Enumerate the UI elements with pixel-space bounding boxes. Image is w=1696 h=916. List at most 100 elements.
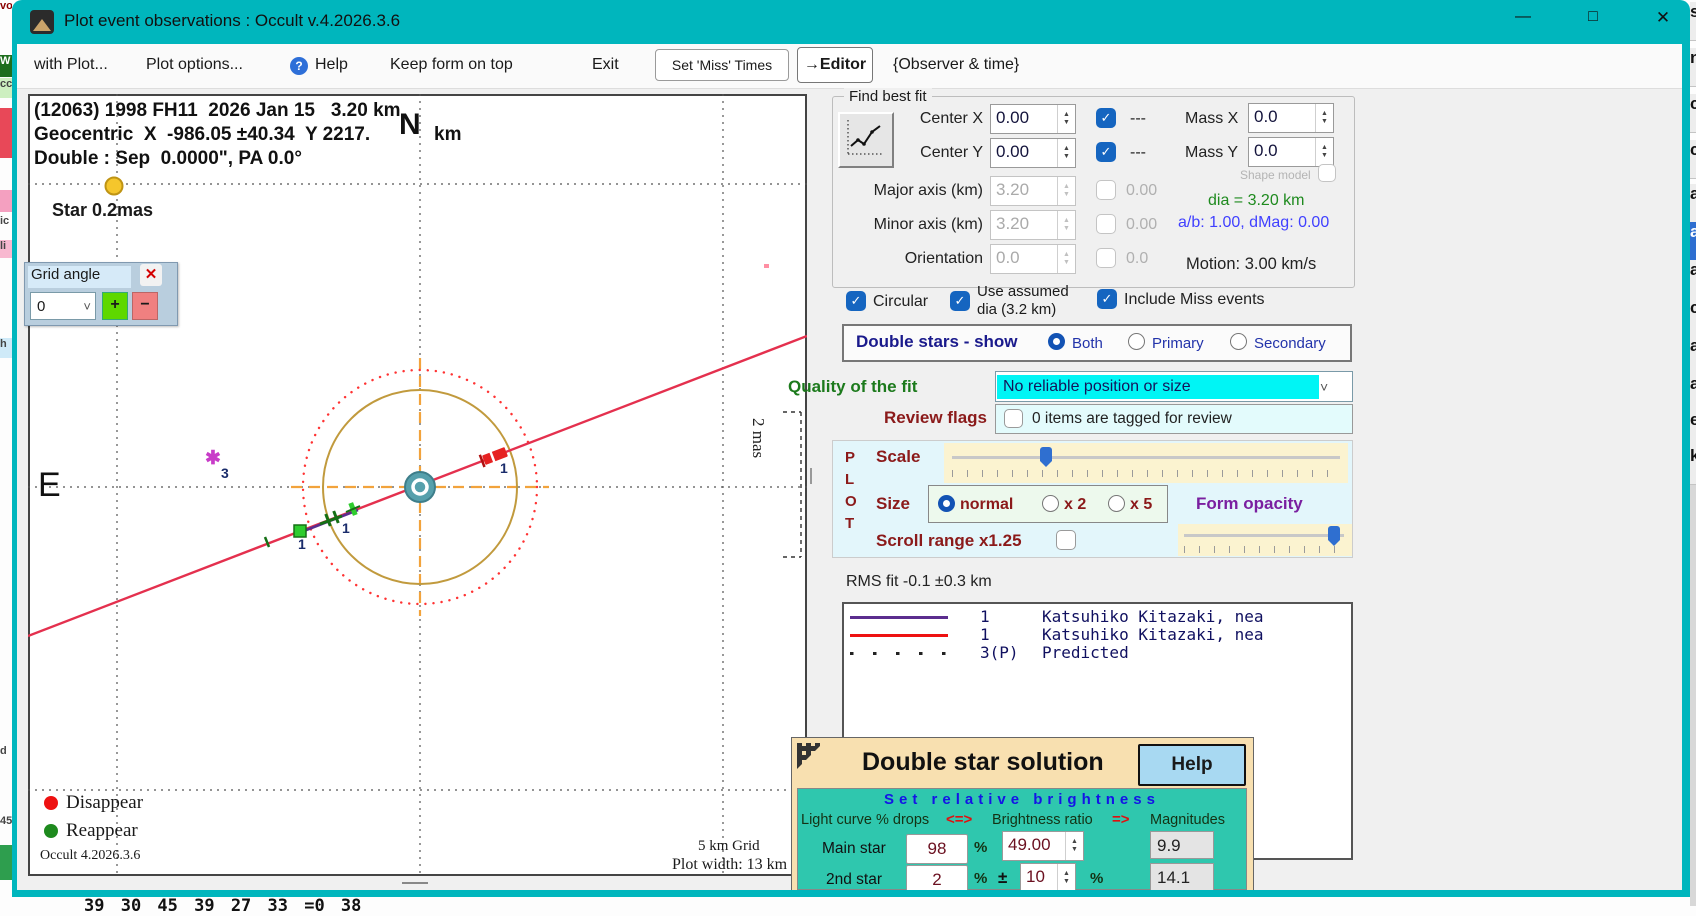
background-window-fragment: h — [0, 338, 12, 358]
minor-axis-spinner[interactable]: ▲▼ — [1057, 211, 1075, 239]
scale-slider-ticks — [952, 470, 1340, 477]
observer3-asterisk-icon[interactable]: ✱ — [205, 447, 221, 470]
menu-help[interactable]: Help — [315, 56, 348, 74]
arrow-right-icon: => — [1112, 811, 1130, 828]
double-stars-primary-label: Primary — [1152, 335, 1204, 352]
grid-angle-close-button[interactable]: ✕ — [140, 264, 162, 286]
major-axis-checkbox[interactable] — [1096, 180, 1116, 200]
resize-grip[interactable] — [402, 882, 428, 884]
double-stars-secondary-radio[interactable] — [1230, 333, 1247, 350]
center-y-input[interactable]: 0.00 ▲▼ — [990, 138, 1076, 168]
double-stars-both-radio[interactable] — [1048, 333, 1065, 350]
editor-button[interactable]: →Editor — [797, 47, 873, 83]
east-label: E — [38, 466, 61, 505]
reappear-legend-icon — [44, 824, 58, 838]
mass-y-input[interactable]: 0.0 ▲▼ — [1248, 137, 1334, 167]
second-pct-label: % — [974, 870, 987, 887]
size-x2-radio[interactable] — [1042, 495, 1059, 512]
center-x-input[interactable]: 0.00 ▲▼ — [990, 104, 1076, 134]
orientation-spinner[interactable]: ▲▼ — [1057, 245, 1075, 273]
quality-select[interactable]: No reliable position or size ˅ — [995, 371, 1353, 402]
scale-bracket — [783, 412, 801, 557]
splitter-handle[interactable] — [810, 468, 812, 484]
circular-checkbox[interactable]: ✓ — [846, 291, 866, 311]
minor-axis-checkbox[interactable] — [1096, 214, 1116, 234]
mass-y-spinner[interactable]: ▲▼ — [1315, 138, 1333, 166]
scale-slider-zone — [944, 443, 1348, 483]
brightness-ratio-input[interactable]: 49.00 ▲▼ — [1002, 831, 1084, 861]
size-normal-radio[interactable] — [938, 495, 955, 512]
grid-angle-select[interactable]: 0 ˅ — [30, 292, 96, 320]
quality-label: Quality of the fit — [788, 377, 917, 397]
minimize-button[interactable]: — — [1508, 8, 1538, 36]
form-opacity-label: Form opacity — [1196, 494, 1303, 514]
check-icon: ✓ — [1102, 291, 1113, 307]
menu-plot-options[interactable]: Plot options... — [146, 56, 243, 74]
major-axis-spinner[interactable]: ▲▼ — [1057, 177, 1075, 205]
observation-name: Katsuhiko Kitazaki, nea — [1042, 625, 1264, 644]
window-border-right — [1682, 40, 1690, 897]
center-y-label: Center Y — [895, 144, 983, 162]
chord-label: 1 — [500, 460, 508, 476]
orientation-checkbox[interactable] — [1096, 248, 1116, 268]
background-window-fragment: ic — [0, 215, 12, 233]
review-flags-checkbox[interactable] — [1004, 409, 1023, 428]
minor-axis-error: 0.00 — [1126, 216, 1157, 234]
mass-x-spinner[interactable]: ▲▼ — [1315, 104, 1333, 132]
find-best-fit-label: Find best fit — [844, 88, 932, 105]
magnitudes-column-label: Magnitudes — [1150, 812, 1225, 828]
scale-slider-track[interactable] — [952, 456, 1340, 459]
tolerance-spinner[interactable]: ▲▼ — [1057, 864, 1075, 892]
background-window-fragment: d — [0, 745, 12, 763]
chevron-down-icon: ˅ — [83, 299, 95, 314]
size-x5-radio[interactable] — [1108, 495, 1125, 512]
main-drop-input[interactable]: 98 — [906, 834, 968, 864]
center-x-spinner[interactable]: ▲▼ — [1057, 105, 1075, 133]
background-list-fragment: ka — [1690, 446, 1696, 485]
orientation-label: Orientation — [860, 250, 983, 268]
major-axis-input[interactable]: 3.20 ▲▼ — [990, 176, 1076, 206]
arrow-left-right-icon: <=> — [946, 811, 972, 828]
opacity-slider-track[interactable] — [1184, 534, 1344, 537]
center-marker[interactable] — [405, 472, 435, 502]
background-list-fragment: n — [1690, 48, 1696, 87]
fit-x-checkbox[interactable]: ✓ — [1096, 108, 1116, 128]
second-star-label: 2nd star — [826, 871, 882, 889]
center-y-spinner[interactable]: ▲▼ — [1057, 139, 1075, 167]
observation-num: 3(P) — [980, 643, 1019, 662]
use-assumed-checkbox[interactable]: ✓ — [950, 291, 970, 311]
background-window-fragment: W — [0, 55, 12, 77]
scroll-range-checkbox[interactable] — [1056, 530, 1076, 550]
plot-fit-button[interactable] — [838, 112, 894, 168]
shape-model-checkbox[interactable] — [1318, 164, 1336, 182]
grid-angle-minus-button[interactable]: − — [132, 292, 158, 320]
minor-axis-input[interactable]: 3.20 ▲▼ — [990, 210, 1076, 240]
double-stars-primary-radio[interactable] — [1128, 333, 1145, 350]
set-miss-times-button[interactable]: Set 'Miss' Times — [655, 49, 789, 81]
ratio-spinner[interactable]: ▲▼ — [1065, 832, 1083, 860]
shape-model-label: Shape model — [1240, 168, 1311, 182]
menu-exit[interactable]: Exit — [592, 56, 619, 74]
fit-y-checkbox[interactable]: ✓ — [1096, 142, 1116, 162]
include-miss-checkbox[interactable]: ✓ — [1097, 289, 1117, 309]
plot-vertical-label: PLOT — [845, 447, 857, 535]
orientation-input[interactable]: 0.0 ▲▼ — [990, 244, 1076, 274]
mass-y-label: Mass Y — [1185, 144, 1238, 162]
background-list-fragment: cl — [1690, 94, 1696, 133]
grid-angle-plus-button[interactable]: + — [102, 292, 128, 320]
close-button[interactable]: ✕ — [1648, 8, 1678, 36]
mass-x-input[interactable]: 0.0 ▲▼ — [1248, 103, 1334, 133]
maximize-button[interactable]: □ — [1578, 8, 1608, 36]
help-button[interactable]: Help — [1138, 744, 1246, 786]
observation-num: 1 — [980, 625, 990, 644]
tolerance-input[interactable]: 10 ▲▼ — [1020, 863, 1076, 893]
plot-width-label: Plot width: 13 km — [672, 856, 787, 874]
plot-double-info: Double : Sep 0.0000", PA 0.0° — [34, 148, 302, 170]
menu-with-plot[interactable]: with Plot... — [34, 56, 108, 74]
check-icon: ✓ — [851, 293, 862, 309]
menu-keep-on-top[interactable]: Keep form on top — [390, 56, 513, 74]
star-marker[interactable] — [106, 178, 123, 195]
chevron-down-icon: ˅ — [1320, 379, 1328, 395]
background-list-fragment: e — [1690, 410, 1696, 449]
review-flags-label: Review flags — [884, 408, 987, 428]
